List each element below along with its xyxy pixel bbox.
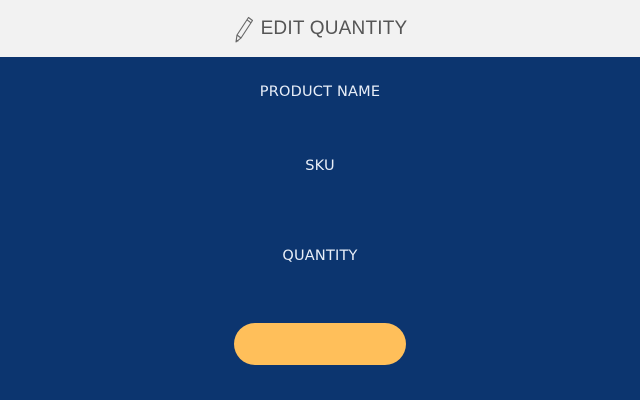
product-name-label: PRODUCT NAME [259, 84, 381, 100]
submit-button[interactable] [234, 323, 406, 365]
edit-form: PRODUCT NAME SKU QUANTITY [0, 57, 640, 400]
page-title: EDIT QUANTITY [260, 18, 408, 39]
pencil-icon [233, 16, 255, 44]
header-bar: EDIT QUANTITY [0, 0, 640, 57]
quantity-label: QUANTITY [282, 248, 358, 264]
sku-label: SKU [305, 158, 335, 174]
